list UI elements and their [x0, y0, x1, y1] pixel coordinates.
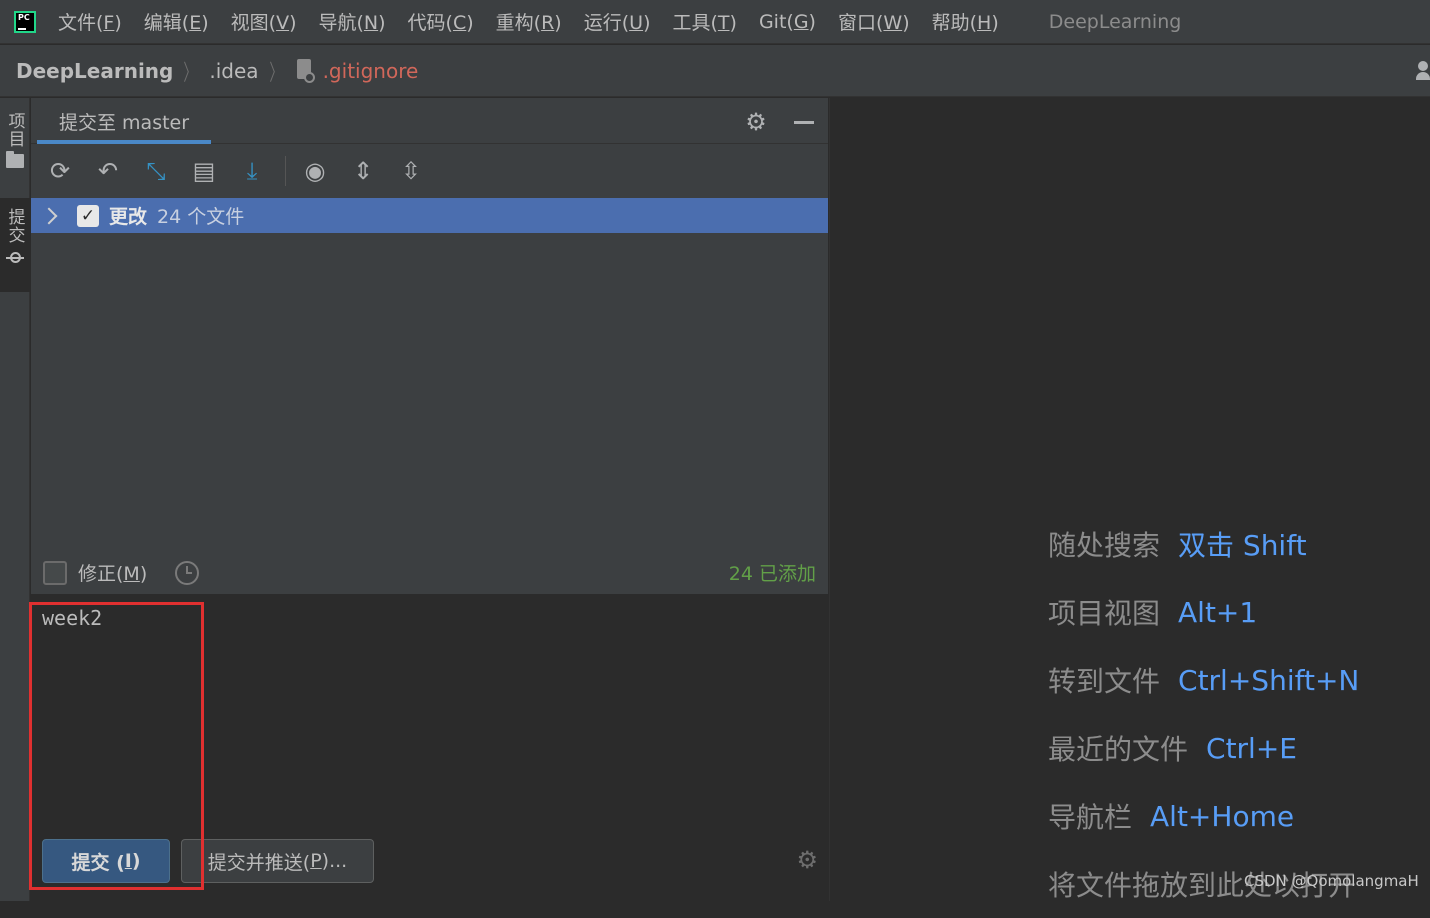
pycharm-logo-icon: PC — [12, 9, 38, 35]
commit-and-push-button[interactable]: 提交并推送(P)... — [181, 839, 374, 883]
tree-node-changes[interactable]: ✓ 更改 24 个文件 — [31, 198, 828, 233]
hint-navigation-bar: 导航栏 Alt+Home — [1048, 799, 1295, 835]
menu-view[interactable]: 视图(V) — [231, 8, 297, 35]
changes-tree: ✓ 更改 24 个文件 — [31, 198, 828, 551]
rollback-icon[interactable]: ↶ — [93, 156, 123, 186]
menu-bar: PC 文件(F) 编辑(E) 视图(V) 导航(N) 代码(C) 重构(R) 运… — [0, 0, 1430, 44]
user-icon[interactable] — [1416, 61, 1430, 81]
gear-icon[interactable]: ⚙ — [744, 110, 768, 134]
commit-message-text: week2 — [42, 606, 103, 630]
menu-window[interactable]: 窗口(W) — [838, 8, 910, 35]
breadcrumb-folder[interactable]: .idea — [209, 59, 258, 83]
panel-header: 提交至 master ⚙ — [31, 98, 828, 144]
watermark: CSDN @QomolangmaH — [1244, 872, 1419, 890]
active-tab-indicator — [37, 140, 211, 144]
commit-message-field[interactable]: week2 — [31, 594, 828, 832]
menu-refactor[interactable]: 重构(R) — [496, 8, 562, 35]
menu-run[interactable]: 运行(U) — [584, 8, 651, 35]
breadcrumb: DeepLearning 〉 .idea 〉 .gitignore — [0, 45, 1430, 97]
toolbar-separator — [285, 156, 286, 186]
commit-button[interactable]: 提交 (I) — [42, 839, 170, 883]
commit-options-gear-icon[interactable]: ⚙ — [796, 846, 818, 874]
menu-tools[interactable]: 工具(T) — [672, 8, 736, 35]
menu-code[interactable]: 代码(C) — [408, 8, 474, 35]
changes-file-count: 24 个文件 — [157, 206, 245, 228]
changes-node-label: 更改 — [109, 206, 148, 228]
commit-actions-bar: 提交 (I) 提交并推送(P)... ⚙ — [31, 832, 828, 901]
menu-file[interactable]: 文件(F) — [58, 8, 122, 35]
menu-help[interactable]: 帮助(H) — [932, 8, 999, 35]
refresh-icon[interactable]: ⟳ — [45, 156, 75, 186]
amend-label[interactable]: 修正(M) — [78, 559, 147, 586]
stripe-tab-project[interactable]: 项目 — [0, 112, 30, 182]
view-options-icon[interactable]: ◉ — [300, 156, 330, 186]
editor-empty-area[interactable]: 随处搜索 双击 Shift 项目视图 Alt+1 转到文件 Ctrl+Shift+N … — [829, 98, 1430, 902]
menu-git[interactable]: Git(G) — [759, 11, 816, 33]
editor-hints: 随处搜索 双击 Shift 项目视图 Alt+1 转到文件 Ctrl+Shift+N … — [1048, 510, 1359, 918]
breadcrumb-file[interactable]: .gitignore — [323, 59, 419, 83]
hint-search-everywhere: 随处搜索 双击 Shift — [1048, 529, 1307, 562]
commit-panel: 提交至 master ⚙ ⟳ ↶ ⤡ ▤ ⤓ ◉ ⇕ ⇳ ✓ 更改 24 个文件… — [31, 98, 828, 901]
show-diff-icon[interactable]: ⤡ — [141, 156, 171, 186]
expand-all-icon[interactable]: ⇕ — [348, 156, 378, 186]
hint-project-view: 项目视图 Alt+1 — [1048, 595, 1258, 631]
breadcrumb-separator-icon: 〉 — [268, 60, 283, 86]
folder-icon — [6, 151, 24, 168]
update-icon[interactable]: ⤓ — [237, 156, 267, 186]
amend-checkbox[interactable] — [43, 560, 67, 585]
tab-commit-to-master[interactable]: 提交至 master — [39, 98, 209, 144]
chevron-right-icon[interactable] — [40, 207, 58, 224]
hint-recent-files: 最近的文件 Ctrl+E — [1048, 731, 1297, 767]
stripe-tab-commit-label: 提交 — [4, 208, 25, 244]
commit-icon — [6, 252, 24, 264]
ignored-file-icon — [295, 58, 315, 83]
collapse-all-icon[interactable]: ⇳ — [396, 156, 426, 186]
minimize-icon[interactable] — [792, 110, 816, 134]
tool-window-stripe: 项目 提交 — [0, 98, 30, 901]
clock-icon[interactable] — [175, 560, 200, 585]
stripe-tab-project-label: 项目 — [4, 112, 25, 148]
changes-checkbox[interactable]: ✓ — [77, 204, 99, 227]
breadcrumb-project[interactable]: DeepLearning — [16, 59, 173, 83]
menu-edit[interactable]: 编辑(E) — [144, 8, 209, 35]
window-title: DeepLearning — [1048, 10, 1182, 33]
menu-navigate[interactable]: 导航(N) — [318, 8, 385, 35]
added-status: 24 已添加 — [728, 563, 816, 585]
amend-row: 修正(M) 24 已添加 — [31, 551, 828, 594]
stripe-tab-commit[interactable]: 提交 — [0, 198, 30, 292]
shelve-icon[interactable]: ▤ — [189, 156, 219, 186]
commit-toolbar: ⟳ ↶ ⤡ ▤ ⤓ ◉ ⇕ ⇳ — [31, 145, 828, 197]
breadcrumb-separator-icon: 〉 — [183, 60, 197, 86]
hint-goto-file: 转到文件 Ctrl+Shift+N — [1048, 663, 1360, 699]
tab-label: 提交至 master — [59, 111, 190, 134]
